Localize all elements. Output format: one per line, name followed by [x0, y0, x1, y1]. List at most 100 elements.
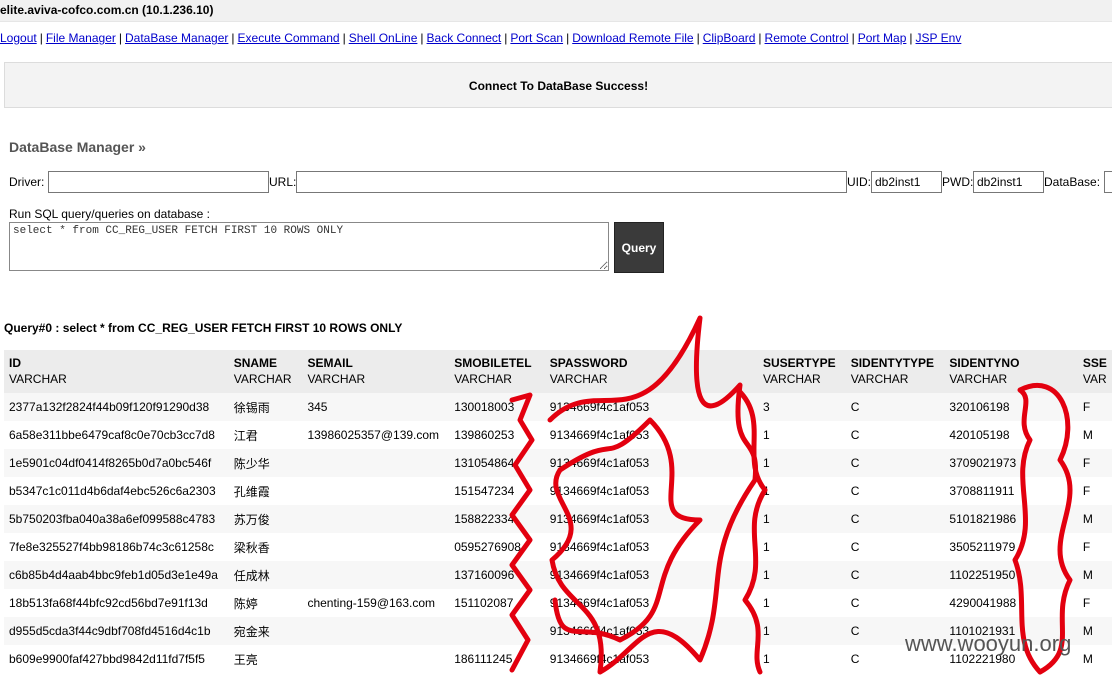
cell: 孔维霞 — [228, 477, 303, 505]
col-sname: SNAME VARCHAR — [228, 350, 303, 393]
cell: F — [1077, 589, 1112, 617]
cell: 2377a132f2824f44b09f120f91290d38 — [4, 393, 229, 421]
cell: 徐锡雨 — [228, 393, 303, 421]
cell: C — [845, 505, 945, 533]
cell: 1 — [757, 617, 846, 645]
cell: 9134669f4c1af053 — [544, 449, 758, 477]
cell: 151547234 — [449, 477, 545, 505]
status-banner: Connect To DataBase Success! — [4, 62, 1112, 108]
table-row: c6b85b4d4aab4bbc9feb1d05d3e1e49a 任成林 13716… — [4, 561, 1112, 589]
cell: C — [845, 449, 945, 477]
cell: 9134669f4c1af053 — [544, 421, 758, 449]
cell: 320106198 — [944, 393, 1078, 421]
table-row: 1e5901c04df0414f8265b0d7a0bc546f 陈少华 13105… — [4, 449, 1112, 477]
nav-back-connect[interactable]: Back Connect — [427, 31, 502, 45]
cell: 130018003 — [449, 393, 545, 421]
col-smobiletel: SMOBILETEL VARCHAR — [449, 350, 545, 393]
url-label: URL: — [269, 175, 297, 189]
uid-label: UID: — [847, 175, 871, 189]
cell: 131054864 — [449, 449, 545, 477]
table-row: 7fe8e325527f4bb98186b74c3c61258c 梁秋香 05952… — [4, 533, 1112, 561]
cell: 186111245 — [449, 645, 545, 673]
cell: 苏万俊 — [228, 505, 303, 533]
table-row: 5b750203fba040a38a6ef099588c4783 苏万俊 15882… — [4, 505, 1112, 533]
sql-label: Run SQL query/queries on database : — [9, 207, 211, 221]
cell: 1 — [757, 421, 846, 449]
cell: 1e5901c04df0414f8265b0d7a0bc546f — [4, 449, 229, 477]
cell: C — [845, 589, 945, 617]
nav-port-map[interactable]: Port Map — [858, 31, 907, 45]
col-susertype: SUSERTYPE VARCHAR — [757, 350, 846, 393]
url-input[interactable] — [296, 171, 847, 193]
cell: 0595276908 — [449, 533, 545, 561]
cell: 江君 — [228, 421, 303, 449]
cell: 420105198 — [944, 421, 1078, 449]
cell: 9134669f4c1af053 — [544, 533, 758, 561]
nav-download-remote-file[interactable]: Download Remote File — [572, 31, 693, 45]
col-spassword: SPASSWORD VARCHAR — [544, 350, 758, 393]
nav-clipboard[interactable]: ClipBoard — [703, 31, 756, 45]
cell: 9134669f4c1af053 — [544, 561, 758, 589]
watermark: www.wooyun.org — [905, 631, 1072, 656]
nav-execute-command[interactable]: Execute Command — [238, 31, 340, 45]
sql-textarea[interactable]: select * from CC_REG_USER FETCH FIRST 10… — [9, 222, 609, 271]
cell: M — [1077, 421, 1112, 449]
driver-label: Driver: — [9, 175, 45, 189]
cell — [302, 533, 450, 561]
cell: 1 — [757, 561, 846, 589]
cell: 1 — [757, 589, 846, 617]
cell: F — [1077, 393, 1112, 421]
table-row: 2377a132f2824f44b09f120f91290d38 徐锡雨 345 13… — [4, 393, 1112, 421]
driver-input[interactable] — [48, 171, 269, 193]
cell: F — [1077, 533, 1112, 561]
cell: 1 — [757, 449, 846, 477]
col-semail: SEMAIL VARCHAR — [302, 350, 450, 393]
query-button[interactable]: Query — [614, 222, 664, 273]
database-input[interactable] — [1104, 171, 1112, 193]
col-id: ID VARCHAR — [4, 350, 229, 393]
nav-remote-control[interactable]: Remote Control — [765, 31, 849, 45]
cell — [302, 561, 450, 589]
cell: 1 — [757, 645, 846, 673]
cell: 7fe8e325527f4bb98186b74c3c61258c — [4, 533, 229, 561]
cell: 1 — [757, 533, 846, 561]
cell: 梁秋香 — [228, 533, 303, 561]
cell: 9134669f4c1af053 — [544, 505, 758, 533]
cell: 9134669f4c1af053 — [544, 393, 758, 421]
cell: c6b85b4d4aab4bbc9feb1d05d3e1e49a — [4, 561, 229, 589]
cell: d955d5cda3f44c9dbf708fd4516d4c1b — [4, 617, 229, 645]
pwd-label: PWD: — [942, 175, 974, 189]
database-label: DataBase: — [1044, 175, 1101, 189]
cell: 6a58e311bbe6479caf8c0e70cb3cc7d8 — [4, 421, 229, 449]
cell: C — [845, 421, 945, 449]
table-row: 6a58e311bbe6479caf8c0e70cb3cc7d8 江君 139860… — [4, 421, 1112, 449]
nav-logout[interactable]: Logout — [0, 31, 37, 45]
cell: b609e9900faf427bbd9842d11fd7f5f5 — [4, 645, 229, 673]
nav-port-scan[interactable]: Port Scan — [510, 31, 563, 45]
cell — [302, 449, 450, 477]
cell: 陈婷 — [228, 589, 303, 617]
cell: C — [845, 393, 945, 421]
cell: M — [1077, 561, 1112, 589]
cell: b5347c1c011d4b6daf4ebc526c6a2303 — [4, 477, 229, 505]
cell — [302, 617, 450, 645]
nav-database-manager[interactable]: DataBase Manager — [125, 31, 228, 45]
col-sidentytype: SIDENTYTYPE VARCHAR — [845, 350, 945, 393]
nav-shell-online[interactable]: Shell OnLine — [349, 31, 418, 45]
nav-file-manager[interactable]: File Manager — [46, 31, 116, 45]
cell — [302, 645, 450, 673]
nav-bar: Logout | File Manager | DataBase Manager | Exe… — [0, 31, 962, 45]
cell: 5101821986 — [944, 505, 1078, 533]
cell: 1 — [757, 505, 846, 533]
cell: M — [1077, 505, 1112, 533]
cell: 3505211979 — [944, 533, 1078, 561]
uid-input[interactable] — [871, 171, 942, 193]
nav-jsp-env[interactable]: JSP Env — [916, 31, 962, 45]
cell: M — [1077, 645, 1112, 673]
title-bar: elite.aviva-cofco.com.cn (10.1.236.10) — [0, 0, 1112, 22]
cell: 151102087 — [449, 589, 545, 617]
pwd-input[interactable] — [973, 171, 1044, 193]
col-sse: SSE VAR — [1077, 350, 1112, 393]
cell: 18b513fa68f44bfc92cd56bd7e91f13d — [4, 589, 229, 617]
cell: 3 — [757, 393, 846, 421]
